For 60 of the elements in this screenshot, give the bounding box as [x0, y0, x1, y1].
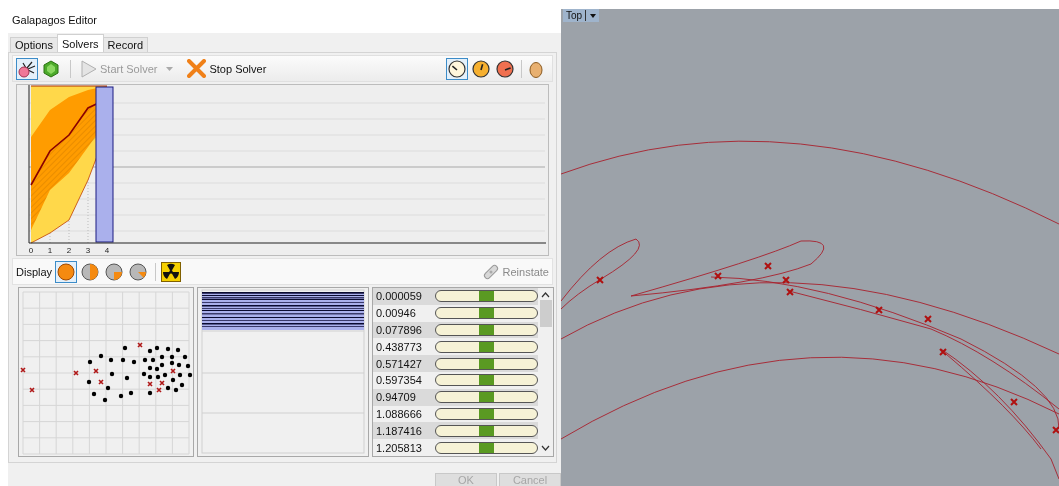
gene-value: 0.000059 — [375, 290, 423, 303]
gauge-icon — [448, 59, 466, 78]
tab[interactable]: Options — [10, 37, 58, 52]
axis-tick-label: 1 — [47, 246, 53, 255]
gene-slider[interactable] — [434, 357, 538, 370]
axis-tick-label: 0 — [28, 246, 34, 255]
gauge-icon — [496, 59, 514, 78]
stop-solver-button[interactable]: Stop Solver — [184, 59, 270, 78]
display-mode-button[interactable] — [79, 260, 102, 283]
window-title: Galapagos Editor — [11, 13, 98, 28]
display-mode-icon — [129, 262, 148, 281]
speed-button[interactable] — [494, 57, 516, 80]
scroll-up-icon[interactable] — [541, 292, 550, 298]
speed-button[interactable] — [446, 57, 468, 80]
radiation-button[interactable] — [160, 260, 183, 283]
axis-tick-label: 2 — [66, 246, 72, 255]
gene-slider[interactable] — [434, 424, 538, 437]
gene-value: 0.077896 — [375, 324, 423, 336]
axis-tick-label: 4 — [104, 246, 110, 255]
gene-value: 1.205813 — [375, 441, 423, 454]
display-mode-icon — [81, 262, 100, 281]
solver-button[interactable] — [16, 57, 38, 80]
gene-slider[interactable] — [434, 340, 538, 353]
gene-slider[interactable] — [434, 324, 538, 336]
scrollbar-thumb[interactable] — [539, 300, 552, 327]
display-mode-icon — [105, 262, 124, 281]
scroll-down-icon[interactable] — [541, 445, 550, 451]
gene-value: 0.571427 — [375, 357, 423, 370]
display-mode-button[interactable] — [55, 260, 78, 283]
gene-slider[interactable] — [434, 374, 538, 387]
x-icon — [187, 59, 207, 78]
axis-tick-label: 3 — [85, 246, 91, 255]
play-icon — [80, 59, 97, 78]
radiation-icon — [161, 261, 182, 282]
gene-value: 0.597354 — [375, 374, 423, 387]
bug-icon — [18, 59, 36, 78]
display-label: Display — [16, 265, 53, 278]
viewport-label[interactable]: Top — [563, 9, 600, 22]
gene-slider[interactable] — [434, 290, 538, 303]
gene-slider[interactable] — [434, 407, 538, 420]
speed-button[interactable] — [470, 57, 492, 80]
gene-value: 0.438773 — [375, 340, 423, 353]
display-mode-icon — [57, 262, 76, 281]
dropdown-caret-icon — [590, 13, 597, 18]
gene-value: 0.00946 — [375, 307, 417, 320]
gene-value: 0.94709 — [375, 391, 417, 404]
display-mode-button[interactable] — [127, 260, 150, 283]
egg-icon — [529, 59, 543, 78]
gauge-icon — [472, 59, 490, 78]
tab[interactable]: Solvers — [56, 34, 104, 52]
gem-icon — [42, 59, 60, 78]
gene-slider[interactable] — [434, 391, 538, 404]
gene-slider[interactable] — [434, 307, 538, 320]
generation-highlight[interactable] — [95, 86, 114, 243]
gene-value: 1.187416 — [375, 424, 423, 437]
gene-value: 1.088666 — [375, 407, 423, 420]
display-mode-button[interactable] — [103, 260, 126, 283]
gene-slider[interactable] — [434, 441, 538, 454]
caret-icon — [166, 66, 174, 71]
tab[interactable]: Record — [102, 37, 149, 52]
